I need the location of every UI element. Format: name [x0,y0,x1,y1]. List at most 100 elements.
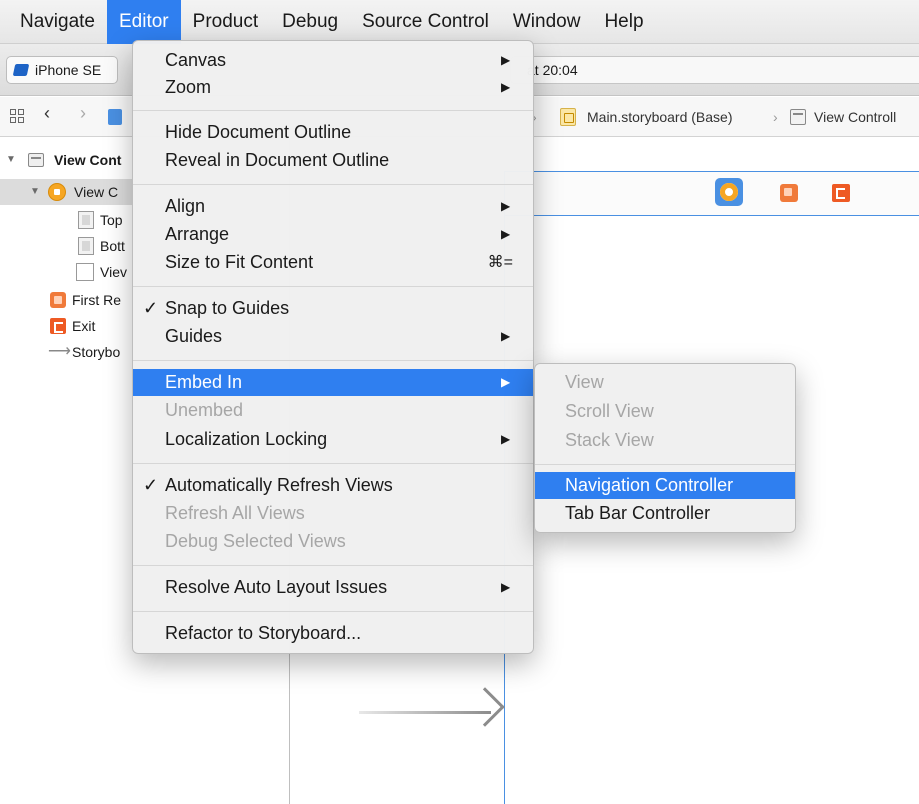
layout-guide-icon [78,211,94,229]
keyboard-shortcut: ⌘= [487,254,513,271]
menu-item-reveal-in-document-outline[interactable]: Reveal in Document Outline [133,147,533,174]
menu-item-label: Navigation Controller [565,475,734,495]
menu-item-debug-selected-views: Debug Selected Views [133,528,533,555]
menu-item-label: Tab Bar Controller [565,503,711,523]
menu-window[interactable]: Window [501,0,593,44]
menu-item-automatically-refresh-views[interactable]: ✓ Automatically Refresh Views [133,472,533,499]
menu-item-arrange[interactable]: Arrange ▶ [133,221,533,248]
view-controller-icon[interactable] [715,178,743,206]
submenu-item-tab-bar-controller[interactable]: Tab Bar Controller [535,500,795,527]
submenu-item-navigation-controller[interactable]: Navigation Controller [535,472,795,499]
activity-status: at 20:04 [510,56,919,84]
menu-item-label: Canvas [165,50,227,70]
outline-view-label: Viev [100,264,127,280]
exit-icon [50,318,66,334]
menu-separator [133,286,533,287]
entry-point-arrow-head [465,687,505,727]
menu-item-label: Unembed [165,400,244,420]
first-responder-icon[interactable] [780,184,798,202]
menu-item-size-to-fit-content[interactable]: Size to Fit Content ⌘= [133,249,533,276]
menu-item-refactor-to-storyboard[interactable]: Refactor to Storyboard... [133,620,533,647]
submenu-arrow-icon: ▶ [501,375,511,389]
menu-item-label: Localization Locking [165,429,328,449]
submenu-arrow-icon: ▶ [501,80,511,94]
menu-item-label: Debug Selected Views [165,531,346,551]
menu-item-refresh-all-views: Refresh All Views [133,500,533,527]
submenu-item-scroll-view: Scroll View [535,398,795,425]
menu-navigate[interactable]: Navigate [0,0,107,44]
project-icon[interactable] [108,109,122,125]
menu-item-label: Hide Document Outline [165,122,352,142]
layout-guide-icon [78,237,94,255]
menu-item-label: Refactor to Storyboard... [165,623,362,643]
outline-top-guide-label: Top [100,212,123,228]
first-responder-icon [50,292,66,308]
scene-dock [504,172,919,216]
breadcrumb-view-controller[interactable]: View Controll [814,107,896,127]
breadcrumb-separator: › [773,109,778,125]
submenu-arrow-icon: ▶ [501,199,511,213]
disclosure-triangle-icon[interactable]: ▼ [6,147,16,173]
scheme-label: iPhone SE [35,62,102,78]
menu-item-label: Reveal in Document Outline [165,150,390,170]
menu-item-align[interactable]: Align ▶ [133,193,533,220]
menu-item-canvas[interactable]: Canvas ▶ [133,47,533,74]
menu-separator [133,565,533,566]
status-text: at 20:04 [527,62,578,78]
menu-item-zoom[interactable]: Zoom ▶ [133,74,533,101]
scene-icon [28,153,44,167]
embed-in-submenu: View Scroll View Stack View Navigation C… [534,363,796,533]
menu-separator [133,463,533,464]
menu-item-resolve-auto-layout-issues[interactable]: Resolve Auto Layout Issues ▶ [133,574,533,601]
device-scheme-selector[interactable]: iPhone SE [6,56,118,84]
menu-debug[interactable]: Debug [270,0,350,44]
menu-item-localization-locking[interactable]: Localization Locking ▶ [133,426,533,453]
submenu-arrow-icon: ▶ [501,432,511,446]
entry-point-arrow-icon: ⟶ [48,343,71,360]
view-controller-icon [48,183,66,201]
menu-item-embed-in[interactable]: Embed In ▶ [133,369,533,396]
outline-scene-label: View Cont [54,152,122,168]
submenu-arrow-icon: ▶ [501,580,511,594]
menu-separator [133,110,533,111]
forward-icon[interactable]: › [80,103,86,123]
menu-item-label: Zoom [165,77,212,97]
menu-item-snap-to-guides[interactable]: ✓ Snap to Guides [133,295,533,322]
menu-separator [133,360,533,361]
checkmark-icon: ✓ [143,475,159,495]
menu-item-label: View [565,372,604,392]
menu-separator [133,611,533,612]
view-icon [76,263,94,281]
submenu-item-view: View [535,369,795,396]
menu-item-hide-document-outline[interactable]: Hide Document Outline [133,119,533,146]
outline-first-responder-label: First Re [72,292,121,308]
storyboard-file-icon [560,108,576,126]
breadcrumb-storyboard[interactable]: Main.storyboard (Base) [587,107,733,127]
menu-item-label: Resolve Auto Layout Issues [165,577,388,597]
menu-item-label: Guides [165,326,223,346]
menu-editor[interactable]: Editor [107,0,181,44]
menu-item-label: Size to Fit Content [165,252,314,272]
editor-menu: Canvas ▶ Zoom ▶ Hide Document Outline Re… [132,40,534,654]
menu-product[interactable]: Product [181,0,270,44]
outline-view-controller-label: View C [74,184,119,200]
checkmark-icon: ✓ [143,298,159,318]
related-items-icon[interactable] [10,109,25,124]
menu-item-label: Arrange [165,224,230,244]
back-icon[interactable]: ‹ [44,103,50,123]
menu-item-label: Scroll View [565,401,654,421]
disclosure-triangle-icon[interactable]: ▼ [30,179,40,205]
menu-help[interactable]: Help [592,0,655,44]
menu-item-label: Snap to Guides [165,298,290,318]
menu-source-control[interactable]: Source Control [350,0,501,44]
exit-icon[interactable] [832,184,850,202]
submenu-arrow-icon: ▶ [501,329,511,343]
menu-item-guides[interactable]: Guides ▶ [133,323,533,350]
menu-separator [133,184,533,185]
menu-item-unembed: Unembed [133,397,533,424]
menu-bar: Navigate Editor Product Debug Source Con… [0,0,919,44]
submenu-arrow-icon: ▶ [501,53,511,67]
menu-item-label: Automatically Refresh Views [165,475,393,495]
menu-item-label: Align [165,196,206,216]
menu-item-label: Refresh All Views [165,503,305,523]
